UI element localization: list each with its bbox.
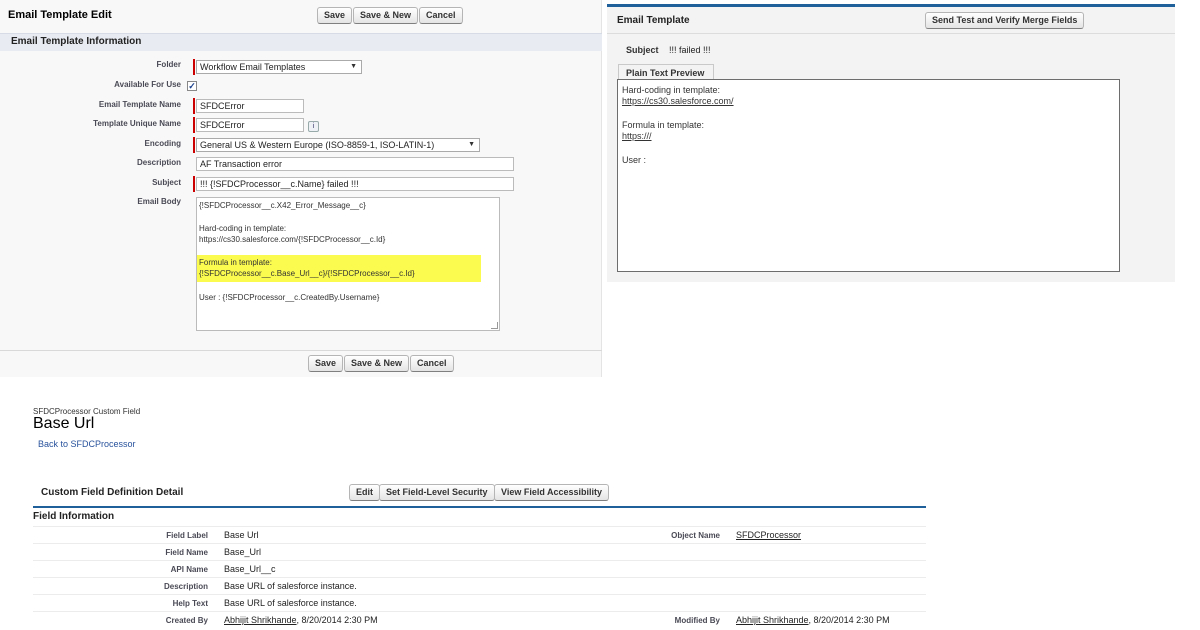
chevron-down-icon: ▼	[468, 141, 475, 148]
row-divider	[33, 594, 926, 595]
unique-name-label: Template Unique Name	[93, 119, 181, 128]
encoding-select[interactable]: General US & Western Europe (ISO-8859-1,…	[196, 138, 480, 152]
row-divider	[33, 560, 926, 561]
field-level-security-button[interactable]: Set Field-Level Security	[379, 484, 495, 501]
send-test-button[interactable]: Send Test and Verify Merge Fields	[925, 12, 1085, 29]
description-label: Description	[163, 582, 208, 591]
available-for-use-label: Available For Use	[114, 80, 181, 89]
modified-by-label: Modified By	[674, 616, 720, 625]
object-name-link[interactable]: SFDCProcessor	[736, 530, 801, 540]
field-name-label: Field Name	[165, 548, 208, 557]
subject-label: Subject	[152, 178, 181, 187]
encoding-select-value: General US & Western Europe (ISO-8859-1,…	[200, 140, 435, 150]
modified-by-user-link[interactable]: Abhijit Shrikhande	[736, 615, 809, 625]
cancel-button-top[interactable]: Cancel	[419, 7, 463, 24]
preview-line: Formula in template:	[622, 120, 705, 130]
save-button-top[interactable]: Save	[317, 7, 353, 24]
template-name-label: Email Template Name	[98, 100, 181, 109]
field-page-title: Base Url	[33, 415, 95, 432]
page-title: Email Template Edit	[8, 9, 112, 21]
row-divider	[33, 526, 926, 527]
created-by-user-link[interactable]: Abhijit Shrikhande	[224, 615, 297, 625]
folder-select-value: Workflow Email Templates	[200, 62, 306, 72]
folder-label: Folder	[156, 60, 181, 69]
required-marker	[193, 176, 195, 192]
preview-subject-label: Subject	[626, 45, 659, 55]
section-title: Email Template Information	[11, 36, 142, 47]
field-label-value: Base Url	[224, 530, 259, 540]
encoding-label: Encoding	[144, 139, 181, 148]
row-divider	[33, 543, 926, 544]
folder-select[interactable]: Workflow Email Templates ▼	[196, 60, 362, 74]
subject-input[interactable]: !!! {!SFDCProcessor__c.Name} failed !!!	[196, 177, 514, 191]
available-for-use-checkbox[interactable]: ✓	[187, 81, 197, 91]
help-text-label: Help Text	[172, 599, 208, 608]
required-marker	[193, 137, 195, 153]
email-body-line: {!SFDCProcessor__c.X42_Error_Message__c}	[199, 201, 366, 210]
description-input[interactable]: AF Transaction error	[196, 157, 514, 171]
detail-title: Custom Field Definition Detail	[41, 487, 184, 498]
unique-name-input[interactable]: SFDCError	[196, 118, 304, 132]
row-divider	[33, 577, 926, 578]
created-by-value: Abhijit Shrikhande, 8/20/2014 2:30 PM	[224, 615, 378, 625]
required-marker	[193, 117, 195, 133]
detail-accent-line	[33, 506, 926, 508]
preview-line: User :	[622, 155, 647, 165]
preview-formula-link[interactable]: https:///	[622, 131, 652, 141]
description-value: Base URL of salesforce instance.	[224, 581, 357, 591]
template-name-input[interactable]: SFDCError	[196, 99, 304, 113]
preview-title: Email Template	[617, 15, 690, 26]
email-body-line: https://cs30.salesforce.com/{!SFDCProces…	[199, 235, 386, 244]
email-body-line: Formula in template:	[199, 258, 272, 267]
row-divider	[33, 611, 926, 612]
chevron-down-icon: ▼	[350, 63, 357, 70]
email-body-line: {!SFDCProcessor__c.Base_Url__c}/{!SFDCPr…	[199, 269, 415, 278]
created-by-date: , 8/20/2014 2:30 PM	[296, 615, 378, 625]
preview-line: Hard-coding in template:	[622, 85, 721, 95]
back-link[interactable]: Back to SFDCProcessor	[38, 439, 136, 449]
field-label-label: Field Label	[166, 531, 208, 540]
info-icon[interactable]: i	[308, 121, 319, 132]
field-name-value: Base_Url	[224, 547, 262, 557]
save-new-button-top[interactable]: Save & New	[353, 7, 419, 24]
description-label: Description	[136, 158, 181, 167]
plain-text-preview-box	[617, 79, 1120, 272]
email-body-line: Hard-coding in template:	[199, 224, 287, 233]
api-name-label: API Name	[170, 565, 208, 574]
save-new-button-bottom[interactable]: Save & New	[344, 355, 410, 372]
divider	[0, 350, 602, 351]
email-body-line: User : {!SFDCProcessor__c.CreatedBy.User…	[199, 293, 380, 302]
edit-button[interactable]: Edit	[349, 484, 380, 501]
object-name-label: Object Name	[671, 531, 720, 540]
modified-by-value: Abhijit Shrikhande, 8/20/2014 2:30 PM	[736, 615, 890, 625]
preview-subject-value: !!! failed !!!	[669, 45, 711, 55]
field-accessibility-button[interactable]: View Field Accessibility	[494, 484, 610, 501]
tab-plain-text-preview-label: Plain Text Preview	[626, 68, 705, 78]
help-text-value: Base URL of salesforce instance.	[224, 598, 357, 608]
resize-handle-icon[interactable]	[491, 322, 498, 329]
required-marker	[193, 98, 195, 114]
divider	[607, 33, 1175, 34]
created-by-label: Created By	[165, 616, 208, 625]
email-body-label: Email Body	[137, 197, 181, 206]
required-marker	[193, 59, 195, 75]
section-title: Field Information	[33, 511, 115, 522]
preview-hard-link[interactable]: https://cs30.salesforce.com/	[622, 96, 734, 106]
save-button-bottom[interactable]: Save	[308, 355, 344, 372]
modified-by-date: , 8/20/2014 2:30 PM	[808, 615, 890, 625]
cancel-button-bottom[interactable]: Cancel	[410, 355, 454, 372]
api-name-value: Base_Url__c	[224, 564, 276, 574]
